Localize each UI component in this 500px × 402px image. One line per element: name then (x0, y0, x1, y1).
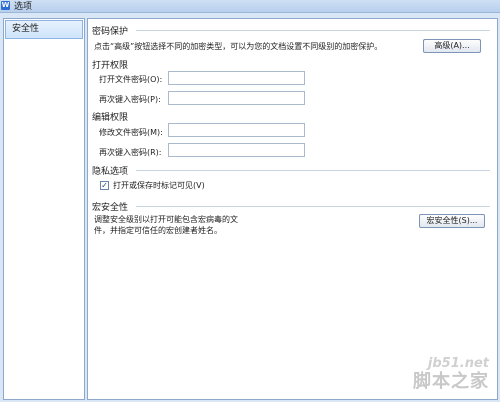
modify-confirm-label: 再次键入密码(R): (99, 148, 162, 157)
window-title: 选项 (14, 2, 33, 12)
mark-visible-checkbox[interactable]: ✓ (100, 181, 109, 190)
section-divider (136, 170, 490, 171)
password-protection-title: 密码保护 (92, 27, 129, 37)
macro-description-line2: 件，并指定可信任的宏创建者姓名。 (94, 226, 222, 235)
category-list: 安全性 (3, 18, 85, 400)
section-divider (136, 206, 490, 207)
open-confirm-password-field[interactable] (168, 91, 305, 105)
mark-visible-label[interactable]: 打开或保存时标记可见(V) (113, 180, 205, 191)
open-permission-title: 打开权限 (92, 61, 129, 71)
modify-password-field[interactable] (168, 123, 305, 137)
wps-app-icon: W (1, 1, 10, 10)
edit-permission-title: 编辑权限 (92, 113, 129, 123)
privacy-options-title: 隐私选项 (92, 167, 129, 177)
section-divider (136, 30, 490, 31)
watermark-logo: 脚本之家 (413, 371, 489, 392)
macro-security-button[interactable]: 宏安全性(S)... (419, 214, 485, 228)
open-password-field[interactable] (168, 71, 305, 85)
title-bar: W 选项 (0, 0, 500, 13)
modify-password-label: 修改文件密码(M): (99, 128, 163, 137)
advanced-button[interactable]: 高级(A)... (423, 39, 481, 53)
open-password-label: 打开文件密码(O): (99, 75, 163, 84)
security-panel: 密码保护 点击“高级”按钮选择不同的加密类型，可以为您的文档设置不同级别的加密保… (87, 18, 498, 400)
open-confirm-label: 再次键入密码(P): (99, 95, 161, 104)
macro-description-line1: 调整安全级别以打开可能包含宏病毒的文 (94, 215, 238, 224)
macro-security-title: 宏安全性 (92, 203, 129, 213)
modify-confirm-password-field[interactable] (168, 143, 305, 157)
sidebar-item-security[interactable]: 安全性 (5, 20, 83, 39)
password-protection-description: 点击“高级”按钮选择不同的加密类型，可以为您的文档设置不同级别的加密保护。 (94, 42, 383, 51)
